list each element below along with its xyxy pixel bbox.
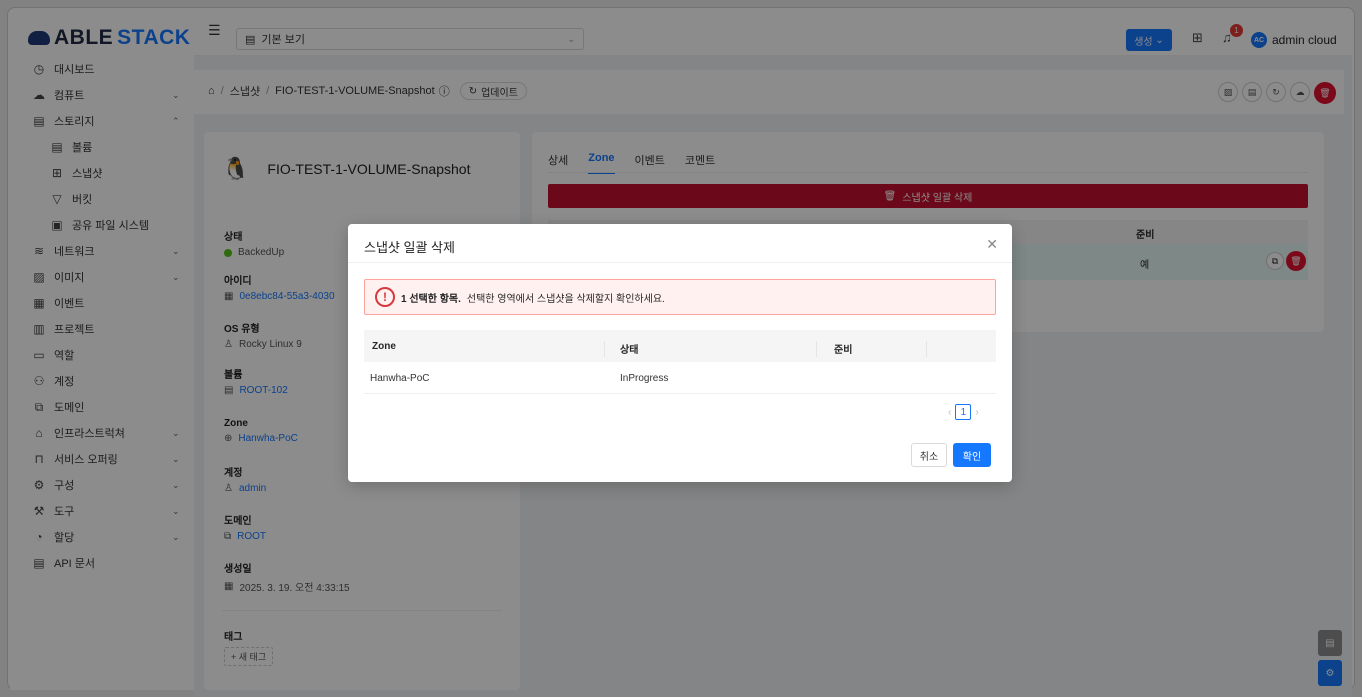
prev-page-icon[interactable]: ‹ xyxy=(948,407,951,418)
next-page-icon[interactable]: › xyxy=(975,407,978,418)
exclamation-icon: ! xyxy=(375,287,395,307)
bulk-delete-modal: 스냅샷 일괄 삭제 ✕ ! 1 선택한 항목. 선택한 영역에서 스냅샷을 삭제… xyxy=(348,224,1012,482)
cancel-button[interactable]: 취소 xyxy=(911,443,947,467)
close-icon[interactable]: ✕ xyxy=(986,236,998,253)
confirm-button[interactable]: 확인 xyxy=(953,443,991,467)
modal-table-header: Zone 상태 준비 xyxy=(364,330,996,362)
table-row: Hanwha-PoC InProgress xyxy=(364,362,996,394)
modal-title: 스냅샷 일괄 삭제 xyxy=(364,240,455,255)
page-1[interactable]: 1 xyxy=(955,404,972,420)
modal-divider xyxy=(348,262,1012,263)
warning-alert: ! 1 선택한 항목. 선택한 영역에서 스냅샷을 삭제할지 확인하세요. xyxy=(364,279,996,315)
pagination: ‹ 1 › xyxy=(948,404,979,420)
